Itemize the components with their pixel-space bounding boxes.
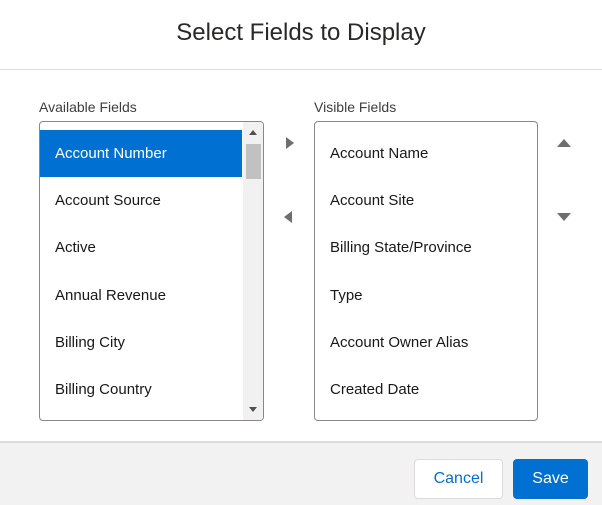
option-label: Account Source [55, 192, 161, 209]
select-fields-modal: Select Fields to Display Available Field… [0, 0, 602, 505]
option-label: Account Site [330, 192, 415, 209]
option-label: Billing City [55, 334, 126, 351]
move-to-available-button[interactable] [276, 205, 300, 229]
modal-footer: Cancel Save [0, 441, 602, 505]
visible-option[interactable]: Type [315, 272, 537, 319]
move-to-visible-button[interactable] [278, 131, 302, 155]
option-label: Billing Country [55, 381, 152, 398]
available-option[interactable]: Billing Country [40, 366, 242, 413]
option-label: Account Owner Alias [330, 334, 469, 351]
scroll-thumb[interactable] [246, 144, 261, 179]
scroll-down-arrow-icon[interactable] [249, 407, 257, 412]
available-fields-label: Available Fields [39, 99, 137, 115]
option-label: Billing State/Province [330, 239, 472, 256]
option-label: Created Date [330, 381, 420, 398]
visible-option[interactable]: Account Site [315, 177, 537, 224]
visible-fields-listbox[interactable]: Account Name Account Site Billing State/… [314, 121, 538, 421]
chevron-left-icon [284, 211, 292, 223]
modal-header: Select Fields to Display [0, 0, 602, 70]
move-up-button[interactable] [552, 131, 576, 155]
available-option[interactable]: Account Number [40, 130, 242, 177]
option-label: Account Name [330, 145, 429, 162]
modal-title: Select Fields to Display [176, 18, 426, 46]
option-label: Annual Revenue [55, 287, 166, 304]
visible-option[interactable]: Account Name [315, 130, 537, 177]
visible-option[interactable]: Billing State/Province [315, 224, 537, 271]
option-label: Active [55, 239, 96, 256]
chevron-down-icon [557, 213, 571, 221]
visible-option[interactable]: Account Owner Alias [315, 319, 537, 366]
cancel-button[interactable]: Cancel [414, 459, 503, 499]
available-option[interactable]: Annual Revenue [40, 272, 242, 319]
available-option[interactable]: Account Source [40, 177, 242, 224]
move-down-button[interactable] [552, 205, 576, 229]
chevron-right-icon [286, 137, 294, 149]
available-option[interactable]: Active [40, 224, 242, 271]
chevron-up-icon [557, 139, 571, 147]
available-fields-listbox[interactable]: Account Number Account Source Active Ann… [39, 121, 264, 421]
visible-option[interactable]: Created Date [315, 366, 537, 413]
option-label: Account Number [55, 145, 167, 162]
available-scrollbar[interactable] [243, 122, 263, 420]
available-option[interactable]: Billing City [40, 319, 242, 366]
visible-fields-label: Visible Fields [314, 99, 397, 115]
save-button[interactable]: Save [513, 459, 588, 499]
scroll-up-arrow-icon[interactable] [249, 130, 257, 135]
option-label: Type [330, 287, 363, 304]
